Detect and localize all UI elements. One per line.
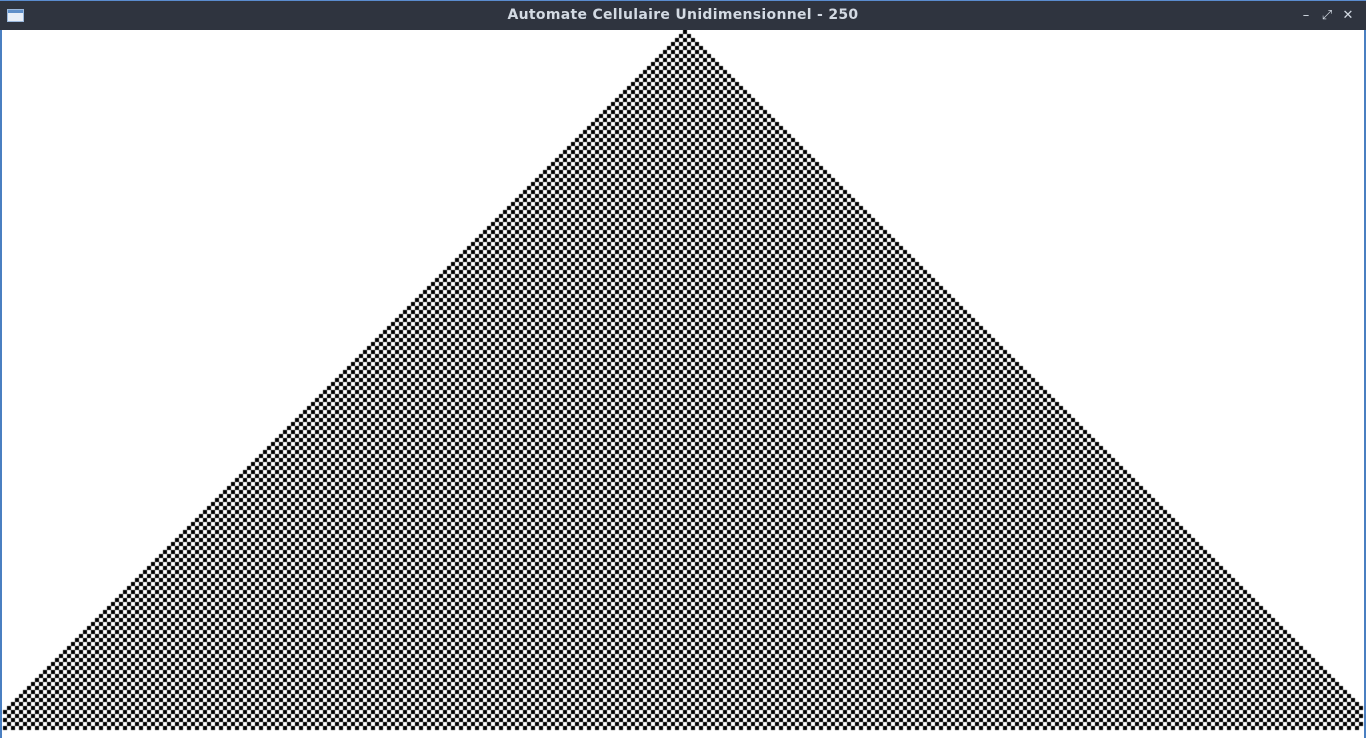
window-controls: – ⤢ ✕ bbox=[1298, 7, 1356, 25]
automaton-canvas-area bbox=[2, 30, 1364, 738]
app-window: Automate Cellulaire Unidimensionnel - 25… bbox=[0, 0, 1366, 738]
window-title: Automate Cellulaire Unidimensionnel - 25… bbox=[507, 7, 859, 23]
maximize-icon[interactable]: ⤢ bbox=[1319, 7, 1335, 25]
minimize-icon[interactable]: – bbox=[1298, 7, 1314, 25]
title-bar[interactable]: Automate Cellulaire Unidimensionnel - 25… bbox=[0, 0, 1366, 30]
automaton-canvas bbox=[2, 30, 1364, 738]
close-icon[interactable]: ✕ bbox=[1340, 7, 1356, 25]
